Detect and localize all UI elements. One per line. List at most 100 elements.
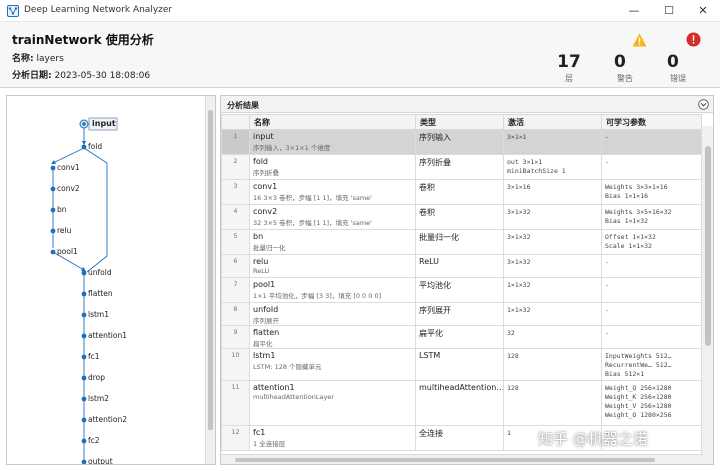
node-lstm1-label[interactable]: lstm1 — [88, 310, 109, 319]
node-attention2[interactable] — [81, 417, 87, 423]
node-fc1[interactable] — [81, 354, 87, 360]
maximize-button[interactable]: ☐ — [654, 0, 684, 22]
table-row[interactable]: 8 unfold 序列展开 序列展开 1×1×32- — [221, 302, 702, 326]
layer-type: 卷积 — [419, 208, 435, 217]
node-fold-label[interactable]: fold — [88, 142, 102, 151]
chevron-down-circle-icon[interactable] — [698, 99, 709, 110]
layer-description: 32 3×5 卷积，步幅 [1 1]，填充 'same' — [253, 219, 372, 227]
row-index: 6 — [221, 254, 250, 278]
node-fc2-label[interactable]: fc2 — [88, 436, 100, 445]
node-conv1[interactable] — [50, 165, 56, 171]
row-type-cell: 全连接 — [415, 425, 504, 451]
row-type-cell: 序列输入 — [415, 129, 504, 155]
node-flatten[interactable] — [81, 291, 87, 297]
node-input-label[interactable]: input — [92, 119, 116, 128]
layer-graph-pane[interactable]: input fold conv1 conv2 bn relu pool1 unf… — [6, 95, 216, 465]
node-attention1[interactable] — [81, 333, 87, 339]
row-index-value: 3 — [233, 182, 238, 190]
row-activation-cell: 128 — [503, 348, 602, 381]
node-attention2-label[interactable]: attention2 — [88, 415, 127, 424]
col-header-activation[interactable]: 激活 — [503, 114, 602, 130]
table-row[interactable]: 6 relu ReLU ReLU 3×1×32- — [221, 254, 702, 278]
learnable-line: Weight_Q 256×1280 — [605, 384, 672, 392]
results-horizontal-scrollbar[interactable] — [221, 454, 703, 464]
row-name-cell: fold 序列折叠 — [249, 154, 416, 180]
row-learnables-cell: InputWeights 512… RecurrentWe… 512… Bias 5… — [601, 348, 702, 381]
layer-graph[interactable] — [7, 96, 207, 465]
col-header-index[interactable] — [221, 114, 250, 130]
learnable-line: Bias 1×1×16 — [605, 192, 649, 200]
node-drop[interactable] — [81, 375, 87, 381]
results-table[interactable]: 名称 类型 激活 可学习参数 1 input 序列输入，3×1×1 个维度 序列输入 3… — [221, 114, 702, 451]
node-output-label[interactable]: output — [88, 457, 113, 464]
errors-count: 0 — [667, 52, 679, 72]
node-lstm2[interactable] — [81, 396, 87, 402]
results-title: 分析结果 — [227, 101, 259, 110]
table-row[interactable]: 3 conv1 16 3×3 卷积，步幅 [1 1]，填充 'same' 卷积 3×1×… — [221, 179, 702, 205]
layers-label: 层 — [565, 74, 573, 83]
graph-scroll-thumb[interactable] — [208, 110, 213, 430]
col-header-name[interactable]: 名称 — [249, 114, 416, 130]
analysis-title: trainNetwork 使用分析 — [12, 33, 154, 47]
node-lstm1[interactable] — [81, 312, 87, 318]
node-drop-label[interactable]: drop — [88, 373, 105, 382]
row-learnables-cell: - — [601, 154, 702, 180]
node-conv1-label[interactable]: conv1 — [57, 163, 80, 172]
table-row[interactable]: 11 attention1 multiheadAttentionLayer multi… — [221, 380, 702, 426]
layer-type: 序列输入 — [419, 133, 451, 142]
learnable-line: Bias 1×1×32 — [605, 217, 649, 225]
node-fc2[interactable] — [81, 438, 87, 444]
row-index: 2 — [221, 154, 250, 180]
node-bn[interactable] — [50, 207, 56, 213]
node-relu-label[interactable]: relu — [57, 226, 71, 235]
node-attention1-label[interactable]: attention1 — [88, 331, 127, 340]
layers-count: 17 — [557, 52, 581, 72]
table-row[interactable]: 5 bn 批量归一化 批量归一化 3×1×32 Offset 1×1×32 Scale 1×… — [221, 229, 702, 255]
node-unfold-label[interactable]: unfold — [88, 268, 112, 277]
node-fold[interactable] — [81, 144, 87, 150]
results-vertical-scrollbar[interactable] — [701, 126, 713, 464]
row-activation-cell: out 3×1×1 miniBatchSize 1 — [503, 154, 602, 180]
node-relu[interactable] — [50, 228, 56, 234]
table-row[interactable]: 1 input 序列输入，3×1×1 个维度 序列输入 3×1×1 - — [221, 129, 702, 155]
node-bn-label[interactable]: bn — [57, 205, 67, 214]
row-learnables-cell: - — [601, 254, 702, 278]
minimize-button[interactable]: — — [619, 0, 649, 22]
row-learnables-cell: Weights 3×3×1×16 Bias 1×1×16 — [601, 179, 702, 205]
learnable-line: - — [605, 258, 609, 266]
table-row[interactable]: 4 conv2 32 3×5 卷积，步幅 [1 1]，填充 'same' 卷积 3×1×… — [221, 204, 702, 230]
col-header-learnables[interactable]: 可学习参数 — [601, 114, 702, 130]
layer-type: 批量归一化 — [419, 233, 459, 242]
graph-vertical-scrollbar[interactable] — [205, 96, 215, 464]
row-index-value: 8 — [233, 305, 238, 313]
node-lstm2-label[interactable]: lstm2 — [88, 394, 109, 403]
node-conv2[interactable] — [50, 186, 56, 192]
row-index-value: 7 — [233, 280, 238, 288]
node-conv2-label[interactable]: conv2 — [57, 184, 80, 193]
close-button[interactable]: ✕ — [688, 0, 718, 22]
row-name-cell: bn 批量归一化 — [249, 229, 416, 255]
results-vscroll-thumb[interactable] — [705, 146, 711, 346]
row-index-value: 2 — [233, 157, 238, 165]
row-index-value: 5 — [233, 232, 238, 240]
window-titlebar: Deep Learning Network Analyzer — ☐ ✕ — [0, 0, 720, 22]
table-row[interactable]: 2 fold 序列折叠 序列折叠 out 3×1×1 miniBatchSize 1- — [221, 154, 702, 180]
node-pool1-label[interactable]: pool1 — [57, 247, 78, 256]
node-output[interactable] — [81, 459, 87, 465]
results-hscroll-thumb[interactable] — [235, 458, 655, 462]
row-index: 10 — [221, 348, 250, 381]
table-row[interactable]: 9 flatten 扁平化 扁平化 32- — [221, 325, 702, 349]
col-header-type[interactable]: 类型 — [415, 114, 504, 130]
node-pool1[interactable] — [50, 249, 56, 255]
row-index: 11 — [221, 380, 250, 426]
node-fc1-label[interactable]: fc1 — [88, 352, 100, 361]
row-activation-cell: 128 — [503, 380, 602, 426]
activation-line: 128 — [507, 352, 519, 360]
node-flatten-label[interactable]: flatten — [88, 289, 113, 298]
layer-description: 序列折叠 — [253, 169, 279, 177]
activation-line: 3×1×32 — [507, 258, 531, 266]
node-unfold[interactable] — [81, 270, 87, 276]
table-row[interactable]: 10 lstm1 LSTM: 128 个隐藏单元 LSTM 128 InputWeight… — [221, 348, 702, 381]
layer-description: 序列输入，3×1×1 个维度 — [253, 144, 331, 152]
table-row[interactable]: 7 pool1 1×1 平均池化，步幅 [3 3]，填充 [0 0 0 0] 平均池化… — [221, 277, 702, 303]
